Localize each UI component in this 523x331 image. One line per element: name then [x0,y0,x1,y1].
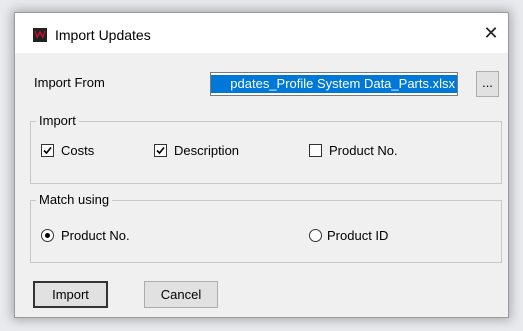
match-product-id-label: Product ID [327,228,389,243]
cancel-button[interactable]: Cancel [144,281,218,308]
import-button-label: Import [52,287,89,302]
costs-label: Costs [61,143,95,158]
import-group-legend: Import [36,113,79,128]
import-groupbox [30,121,502,184]
import-updates-dialog: Import Updates ✕ Import From pdates_Prof… [14,12,509,318]
red-w-logo-icon [33,28,47,42]
product-no-checkbox-label: Product No. [329,143,398,158]
import-button[interactable]: Import [33,281,108,308]
radio-selected-dot [45,233,50,238]
close-icon: ✕ [483,23,499,43]
import-file-path-field[interactable]: pdates_Profile System Data_Parts.xlsx [210,72,458,96]
browse-button-label: ... [482,75,493,90]
window-title: Import Updates [55,27,151,43]
costs-checkbox[interactable] [41,144,54,157]
file-path-text: pdates_Profile System Data_Parts.xlsx [211,75,457,93]
title-bar: Import Updates ✕ [15,13,508,53]
browse-button[interactable]: ... [476,71,499,97]
match-product-no-label: Product No. [61,228,130,243]
cancel-button-label: Cancel [160,287,202,302]
description-checkbox[interactable] [154,144,167,157]
import-from-label: Import From [34,75,105,90]
match-using-legend: Match using [36,192,113,207]
product-no-checkbox[interactable] [309,144,322,157]
description-label: Description [174,143,240,158]
match-product-no-radio[interactable] [41,229,54,242]
match-product-id-radio[interactable] [309,229,322,242]
close-button[interactable]: ✕ [474,13,508,53]
